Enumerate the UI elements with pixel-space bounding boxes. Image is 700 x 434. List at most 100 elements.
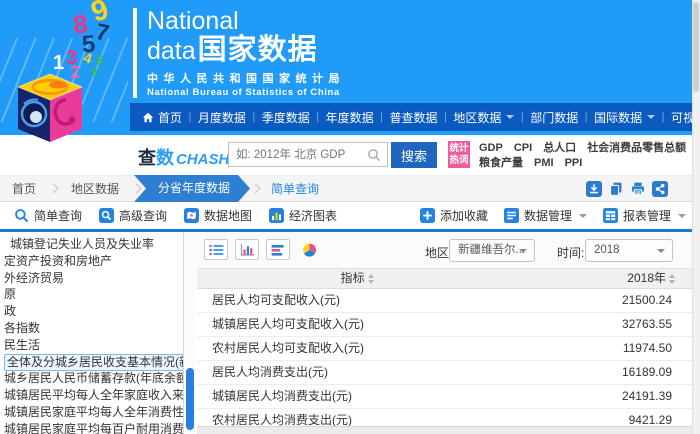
logo-line2: data 国家数据 (147, 35, 345, 66)
indicator-sidebar: 城镇登记失业人员及失业率定资产投资和房地产外经济贸易原政各指数民生活全体及分城乡… (0, 232, 184, 434)
sidebar-item-6[interactable]: 民生活 (0, 337, 183, 354)
toolbar-item-label: 添加收藏 (440, 207, 488, 224)
logo-sub-latin: National Bureau of Statistics of China (147, 87, 345, 98)
chevron-down-icon (506, 115, 514, 119)
sidebar-item-2[interactable]: 外经济贸易 (0, 270, 183, 287)
data-map-icon (184, 208, 199, 223)
toolbar-item-toolbar-right-2[interactable]: 报表管理 (603, 207, 686, 224)
logo-line2-latin: data (147, 36, 196, 66)
chevron-right-icon (49, 184, 59, 194)
nav-item-7[interactable]: 国际数据 (594, 109, 655, 126)
row-value: 24191.39 (622, 385, 672, 408)
panel-horizontal-scrollbar[interactable] (197, 426, 700, 434)
hot-word[interactable]: CPI (514, 141, 532, 156)
table-row[interactable]: 居民人均可支配收入(元) 21500.24 (197, 289, 692, 313)
nav-separator: | (585, 111, 588, 123)
chevron-right-icon (132, 184, 142, 194)
toolbar-item-toolbar-right-0[interactable]: 添加收藏 (420, 207, 488, 224)
nav-item-1[interactable]: 月度数据 (198, 109, 246, 126)
breadcrumb-item[interactable]: 地区数据 (59, 180, 131, 197)
hot-words-badge: 统计 热词 (448, 141, 470, 168)
toolbar-item-toolbar-left-3[interactable]: 经济图表 (269, 207, 337, 224)
page-scrollbar-thumb[interactable] (693, 2, 699, 92)
chevron-down-icon (519, 249, 527, 253)
chevron-down-icon (657, 249, 665, 253)
year-column-header[interactable]: 2018年 (627, 269, 675, 288)
sidebar-item-11[interactable]: 城镇居民家庭平均每百户耐用消费品拥有量 (0, 421, 183, 434)
share-button[interactable] (652, 181, 668, 197)
hot-word[interactable]: GDP (479, 141, 503, 156)
table-row[interactable]: 农村居民人均可支配收入(元) 11974.50 (197, 337, 692, 361)
hot-words-list: GDP CPI 总人口社会消费品零售总额粮食产量 PMI PPI (479, 141, 693, 170)
indicator-column-header[interactable]: 指标 (197, 269, 517, 288)
time-select[interactable]: 2018 (585, 239, 673, 262)
toolbar-item-label: 经济图表 (289, 207, 337, 224)
table-row[interactable]: 居民人均消费支出(元)16189.09 (197, 361, 692, 385)
sidebar-item-8[interactable]: 城乡居民人民币储蓄存款(年底余额) (0, 370, 183, 387)
nav-item-2[interactable]: 季度数据 (262, 109, 310, 126)
toolbar-item-toolbar-left-1[interactable]: 高级查询 (99, 207, 167, 224)
row-indicator: 农村居民人均可支配收入(元) (212, 337, 364, 360)
sidebar-item-10[interactable]: 城镇居民家庭平均每人全年消费性支出 (0, 404, 183, 421)
panel-toolbar: 地区: 新疆维吾尔... 时间: 2018 (197, 232, 692, 268)
hot-word[interactable]: PMI (534, 156, 554, 171)
nav-item-4[interactable]: 普查数据 (390, 109, 438, 126)
hot-badge-line2: 热词 (448, 155, 470, 167)
sort-icon[interactable] (669, 274, 675, 284)
chevron-right-icon (251, 184, 261, 194)
sort-icon[interactable] (368, 274, 374, 284)
nav-separator: | (252, 111, 255, 123)
table-row[interactable]: 城镇居民人均可支配收入(元)32763.55 (197, 313, 692, 337)
search-icon (14, 208, 29, 223)
hot-word[interactable]: 社会消费品零售总额 (587, 141, 686, 156)
breadcrumb-tab-active[interactable]: 分省年度数据 (134, 175, 250, 202)
query-toolbar: 简单查询高级查询数据地图 经济图表 添加收藏数据管理 报表管理 (0, 202, 700, 229)
search-section: 查数CHASHU 搜索 统计 热词 GDPCPI总人口社会消费品零售总额粮食产量… (0, 135, 700, 175)
site-logo: National data 国家数据 中华人民共和国国家统计局 National… (133, 8, 345, 98)
nav-item-0[interactable]: 首页 (142, 109, 182, 126)
nav-separator: | (444, 111, 447, 123)
toolbar-item-toolbar-left-2[interactable]: 数据地图 (184, 207, 252, 224)
row-value: 11974.50 (623, 337, 672, 360)
print-icon (630, 181, 646, 197)
download-button[interactable] (586, 181, 602, 197)
toolbar-item-toolbar-right-1[interactable]: 数据管理 (504, 207, 587, 224)
hot-word[interactable]: 粮食产量 (479, 156, 523, 171)
sidebar-item-1[interactable]: 定资产投资和房地产 (0, 253, 183, 270)
sidebar-item-5[interactable]: 各指数 (0, 320, 183, 337)
copy-button[interactable] (608, 181, 624, 197)
breadcrumb-link[interactable]: 简单查询 (261, 180, 329, 197)
time-filter-label: 时间: (557, 244, 584, 261)
toolbar-item-label: 报表管理 (623, 207, 671, 224)
sidebar-item-7[interactable]: 全体及分城乡居民收支基本情况(新口径) (0, 354, 183, 371)
data-panel: 地区: 新疆维吾尔... 时间: 2018 指标 2018年 居民人均可支配收入… (197, 232, 692, 434)
header-streaks-decor (0, 38, 128, 122)
download-icon (586, 181, 602, 197)
sidebar-scrollbar-thumb[interactable] (186, 368, 194, 430)
sidebar-item-3[interactable]: 原 (0, 286, 183, 303)
hot-words-row: 粮食产量 PMI PPI (479, 156, 693, 171)
chevron-down-icon (647, 115, 655, 119)
search-input[interactable] (229, 143, 366, 166)
nav-item-3[interactable]: 年度数据 (326, 109, 374, 126)
sidebar-item-0[interactable]: 城镇登记失业人员及失业率 (0, 236, 183, 253)
chashu-logo: 查数CHASHU (138, 144, 240, 170)
nav-item-5[interactable]: 地区数据 (453, 109, 514, 126)
hot-word[interactable]: 总人口 (543, 141, 576, 156)
region-select[interactable]: 新疆维吾尔... (449, 239, 535, 262)
breadcrumb-item[interactable]: 首页 (0, 180, 48, 197)
print-button[interactable] (630, 181, 646, 197)
nav-item-6[interactable]: 部门数据 (530, 109, 578, 126)
toolbar-item-toolbar-left-0[interactable]: 简单查询 (14, 207, 82, 224)
table-row[interactable]: 城镇居民人均消费支出(元)24191.39 (197, 385, 692, 409)
search-button[interactable]: 搜索 (391, 142, 437, 168)
row-indicator: 居民人均可支配收入(元) (212, 289, 340, 312)
chevron-down-icon (579, 214, 587, 218)
search-field-wrap (228, 142, 388, 167)
hot-word[interactable]: PPI (565, 156, 583, 171)
row-value: 21500.24 (622, 289, 672, 312)
page-scrollbar[interactable] (692, 0, 700, 434)
sidebar-item-4[interactable]: 政 (0, 303, 183, 320)
site-header: National data 国家数据 中华人民共和国国家统计局 National… (0, 0, 692, 135)
sidebar-item-9[interactable]: 城镇居民平均每人全年家庭收入来源 (0, 387, 183, 404)
